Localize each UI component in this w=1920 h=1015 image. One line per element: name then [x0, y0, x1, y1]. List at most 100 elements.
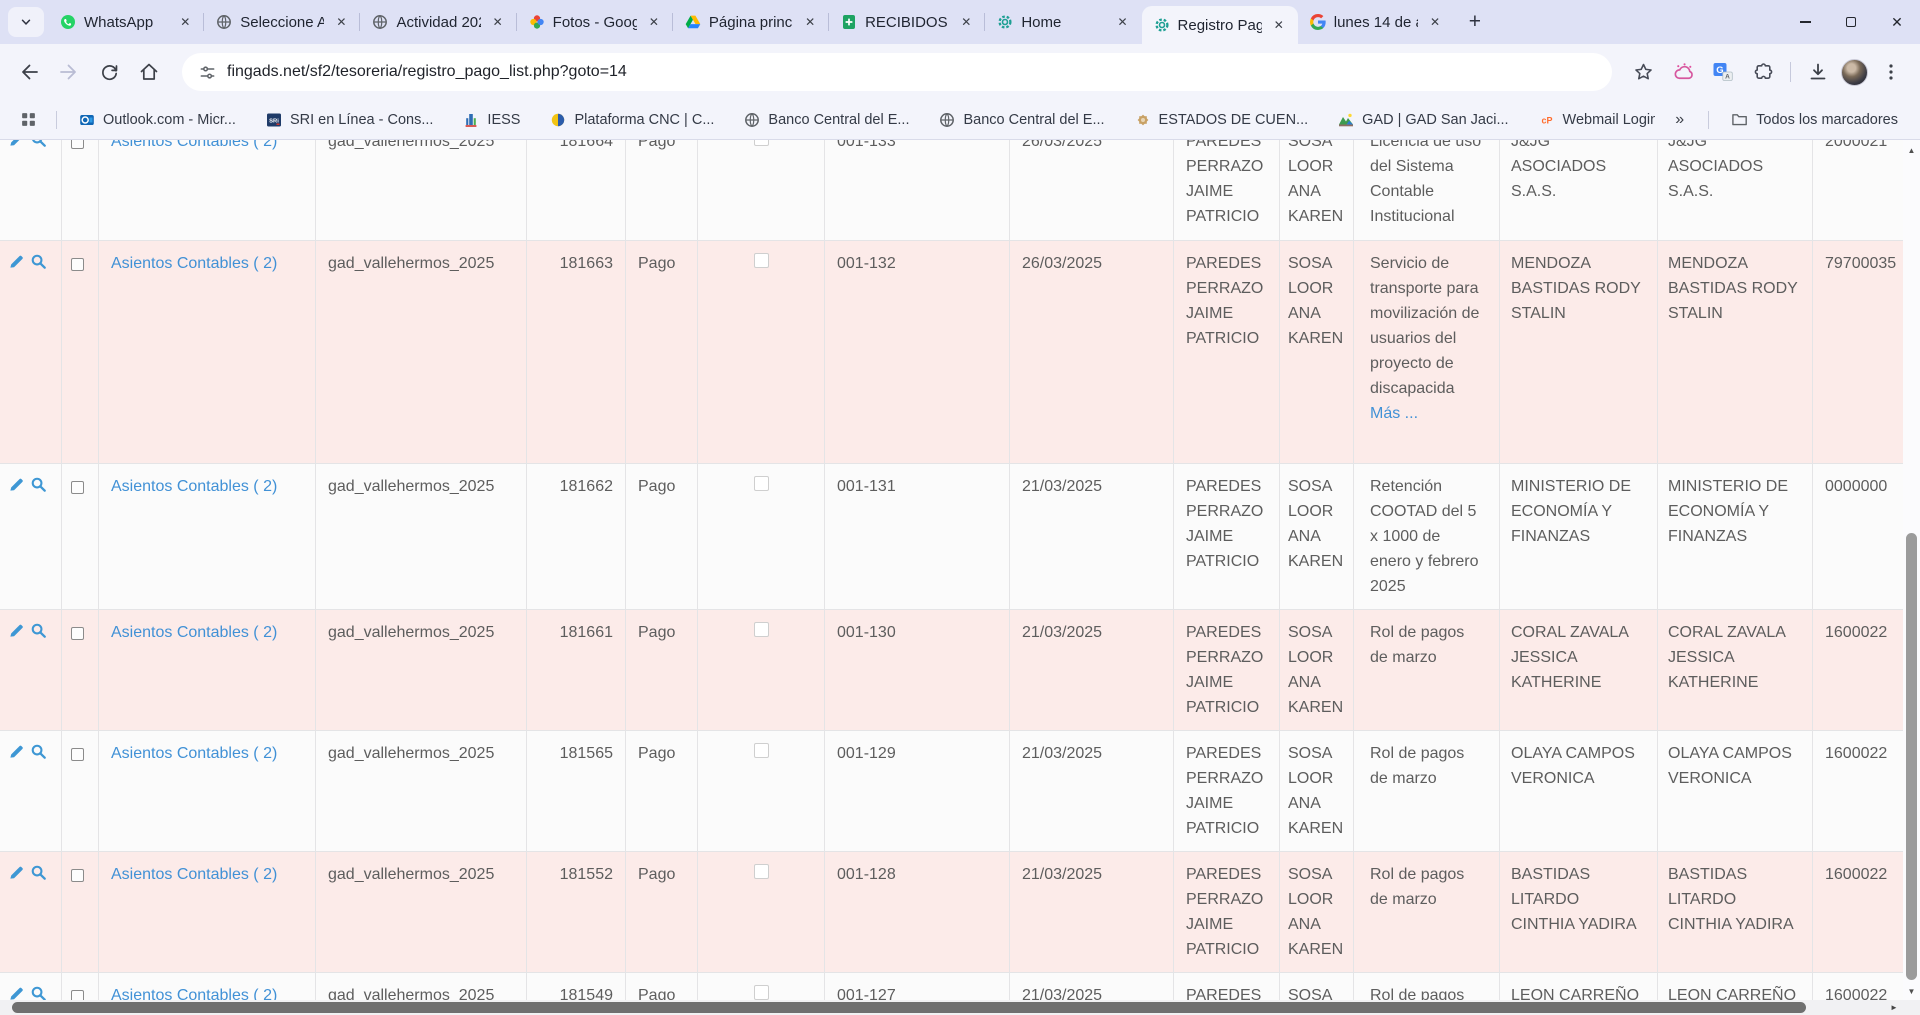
bookmark-item[interactable]: Webmail Login — [1531, 108, 1656, 132]
close-button[interactable]: ✕ — [1874, 0, 1920, 44]
url-text[interactable]: fingads.net/sf2/tesoreria/registro_pago_… — [227, 63, 627, 81]
bookmark-item[interactable]: ESTADOS DE CUEN... — [1127, 108, 1317, 132]
extension-cloud-button[interactable] — [1666, 55, 1700, 89]
flag-checkbox[interactable] — [754, 864, 769, 879]
all-bookmarks-button[interactable]: Todos los marcadores — [1723, 107, 1906, 132]
extensions-button[interactable] — [1746, 55, 1780, 89]
tab-close-icon[interactable]: ✕ — [1426, 13, 1444, 31]
bookmark-item[interactable]: Banco Central del E... — [931, 108, 1112, 132]
asientos-contables-link[interactable]: Asientos Contables ( 2) — [111, 624, 277, 641]
flag-checkbox[interactable] — [754, 476, 769, 491]
forward-button[interactable] — [52, 55, 86, 89]
vertical-scroll-thumb[interactable] — [1906, 533, 1917, 980]
tab-close-icon[interactable]: ✕ — [176, 13, 194, 31]
bookmark-label: Banco Central del E... — [963, 112, 1104, 128]
row-checkbox[interactable] — [71, 627, 84, 640]
scroll-down-arrow[interactable]: ▼ — [1903, 983, 1920, 1000]
bookmark-item[interactable]: Plataforma CNC | C... — [542, 108, 722, 132]
row-checkbox[interactable] — [71, 140, 84, 149]
row-checkbox[interactable] — [71, 258, 84, 271]
bookmark-item[interactable]: SRI en Línea - Cons... — [258, 108, 441, 132]
profile-avatar[interactable] — [1841, 59, 1868, 86]
maximize-button[interactable] — [1828, 0, 1874, 44]
browser-tab[interactable]: RECIBIDOS.xls ✕ — [829, 0, 985, 44]
browser-tab[interactable]: Actividad 202 ✕ — [360, 0, 516, 44]
back-button[interactable] — [12, 55, 46, 89]
bookmark-star-button[interactable] — [1626, 55, 1660, 89]
bookmark-item[interactable]: Outlook.com - Micr... — [71, 108, 244, 132]
apps-grid-button[interactable] — [14, 106, 42, 134]
tab-close-icon[interactable]: ✕ — [489, 13, 507, 31]
home-button[interactable] — [132, 55, 166, 89]
photos-icon — [529, 14, 545, 30]
scroll-right-arrow[interactable]: ► — [1887, 1000, 1901, 1015]
mas-link[interactable]: Más ... — [1370, 401, 1483, 426]
edit-pencil-icon[interactable] — [8, 253, 25, 270]
fecha-cell: 21/03/2025 — [1010, 464, 1174, 609]
row-actions-cell — [0, 140, 62, 240]
view-magnifier-icon[interactable] — [30, 864, 47, 881]
tab-close-icon[interactable]: ✕ — [1114, 13, 1132, 31]
horizontal-scrollbar[interactable]: ► — [0, 1000, 1903, 1015]
horizontal-scroll-thumb[interactable] — [12, 1002, 1806, 1013]
edit-pencil-icon[interactable] — [8, 864, 25, 881]
menu-button[interactable] — [1874, 55, 1908, 89]
vertical-scrollbar[interactable]: ▲ ▼ — [1903, 140, 1920, 1000]
flag-checkbox[interactable] — [754, 253, 769, 268]
edit-pencil-icon[interactable] — [8, 743, 25, 760]
translate-button[interactable]: GA — [1706, 55, 1740, 89]
bookmark-item[interactable]: GAD | GAD San Jaci... — [1330, 108, 1516, 132]
edit-pencil-icon[interactable] — [8, 476, 25, 493]
flag-checkbox[interactable] — [754, 985, 769, 1000]
flag-cell — [698, 464, 825, 609]
tab-close-icon[interactable]: ✕ — [332, 13, 350, 31]
view-magnifier-icon[interactable] — [30, 476, 47, 493]
tab-close-icon[interactable]: ✕ — [957, 13, 975, 31]
view-magnifier-icon[interactable] — [30, 140, 47, 148]
view-magnifier-icon[interactable] — [30, 622, 47, 639]
tab-close-icon[interactable]: ✕ — [801, 13, 819, 31]
edit-pencil-icon[interactable] — [8, 140, 25, 148]
registro-number-cell: 181565 — [527, 731, 626, 851]
row-checkbox[interactable] — [71, 481, 84, 494]
view-magnifier-icon[interactable] — [30, 743, 47, 760]
minimize-button[interactable] — [1782, 0, 1828, 44]
tab-close-icon[interactable]: ✕ — [1270, 16, 1288, 34]
scroll-up-arrow[interactable]: ▲ — [1903, 142, 1920, 159]
browser-tab[interactable]: Home ✕ — [985, 0, 1141, 44]
view-magnifier-icon[interactable] — [30, 253, 47, 270]
all-bookmarks-label: Todos los marcadores — [1756, 112, 1898, 128]
address-bar[interactable]: fingads.net/sf2/tesoreria/registro_pago_… — [182, 53, 1612, 91]
asientos-contables-link[interactable]: Asientos Contables ( 2) — [111, 255, 277, 272]
bookmarks-separator — [56, 111, 57, 129]
browser-tab[interactable]: WhatsApp ✕ — [48, 0, 204, 44]
ruc-cell: 1600022 — [1813, 731, 1903, 851]
browser-tab[interactable]: Registro Pago ✕ — [1142, 6, 1298, 44]
tab-search-button[interactable] — [8, 7, 44, 37]
edit-pencil-icon[interactable] — [8, 622, 25, 639]
browser-tab[interactable]: Seleccione Ac ✕ — [204, 0, 360, 44]
browser-tab[interactable]: Fotos - Goog ✕ — [517, 0, 673, 44]
asientos-contables-link[interactable]: Asientos Contables ( 2) — [111, 745, 277, 762]
descripcion-text: Rol de pagos de marzo — [1370, 866, 1464, 908]
tab-close-icon[interactable]: ✕ — [645, 13, 663, 31]
asientos-contables-link[interactable]: Asientos Contables ( 2) — [111, 478, 277, 495]
registro-number-cell: 181552 — [527, 852, 626, 972]
bookmark-item[interactable]: Banco Central del E... — [736, 108, 917, 132]
new-tab-button[interactable]: + — [1460, 7, 1490, 37]
row-checkbox[interactable] — [71, 869, 84, 882]
flag-checkbox[interactable] — [754, 743, 769, 758]
reload-button[interactable] — [92, 55, 126, 89]
browser-tab[interactable]: lunes 14 de a ✕ — [1298, 0, 1454, 44]
bookmarks-overflow-chevron[interactable]: » — [1665, 111, 1694, 129]
asientos-contables-link[interactable]: Asientos Contables ( 2) — [111, 140, 277, 150]
flag-checkbox[interactable] — [754, 140, 769, 146]
asientos-contables-link[interactable]: Asientos Contables ( 2) — [111, 866, 277, 883]
flag-checkbox[interactable] — [754, 622, 769, 637]
site-info-tune-icon[interactable] — [198, 63, 217, 82]
downloads-button[interactable] — [1801, 55, 1835, 89]
row-checkbox[interactable] — [71, 748, 84, 761]
browser-tab[interactable]: Página princi ✕ — [673, 0, 829, 44]
gear-icon — [1154, 17, 1170, 33]
bookmark-item[interactable]: IESS — [455, 108, 528, 132]
